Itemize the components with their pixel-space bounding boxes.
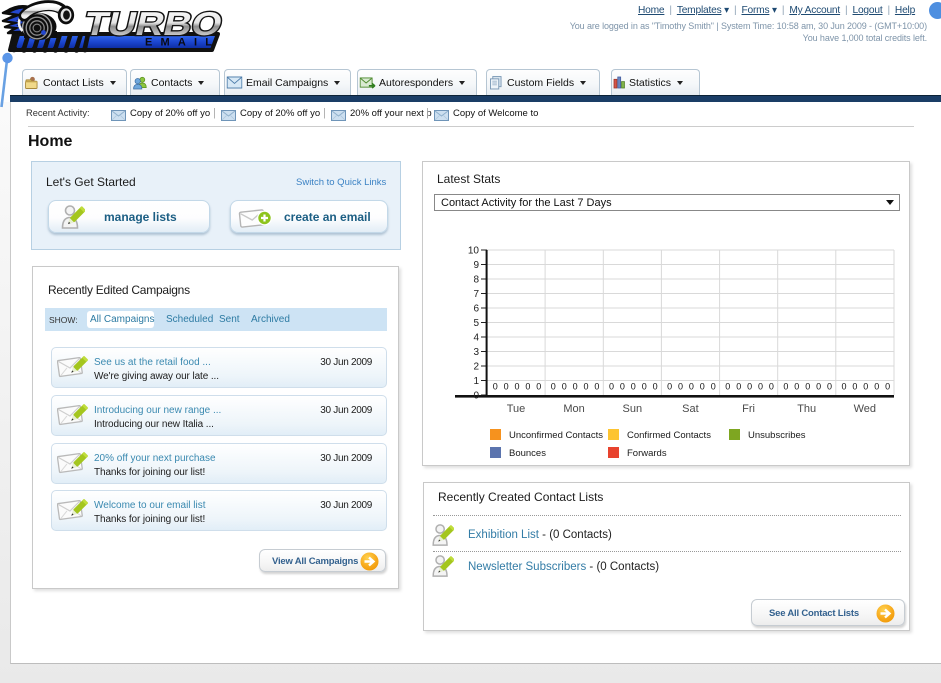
svg-text:3: 3 xyxy=(473,347,479,358)
svg-text:0: 0 xyxy=(874,382,879,392)
svg-text:0: 0 xyxy=(700,382,705,392)
svg-text:0: 0 xyxy=(583,382,588,392)
svg-text:0: 0 xyxy=(609,382,614,392)
svg-text:Sat: Sat xyxy=(682,403,699,415)
svg-text:TURBO: TURBO xyxy=(81,6,226,43)
svg-text:Tue: Tue xyxy=(507,403,526,415)
svg-text:0: 0 xyxy=(493,382,498,392)
svg-text:0: 0 xyxy=(689,382,694,392)
svg-text:0: 0 xyxy=(747,382,752,392)
svg-text:0: 0 xyxy=(841,382,846,392)
svg-text:0: 0 xyxy=(504,382,509,392)
svg-text:0: 0 xyxy=(805,382,810,392)
svg-text:0: 0 xyxy=(562,382,567,392)
svg-text:Thu: Thu xyxy=(797,403,816,415)
svg-text:6: 6 xyxy=(473,304,479,315)
svg-text:0: 0 xyxy=(794,382,799,392)
svg-text:10: 10 xyxy=(468,246,480,257)
svg-text:Fri: Fri xyxy=(742,403,755,415)
svg-text:5: 5 xyxy=(473,318,479,329)
svg-text:4: 4 xyxy=(473,333,479,344)
svg-text:0: 0 xyxy=(594,382,599,392)
svg-text:0: 0 xyxy=(653,382,658,392)
svg-text:0: 0 xyxy=(852,382,857,392)
svg-text:0: 0 xyxy=(769,382,774,392)
svg-text:0: 0 xyxy=(525,382,530,392)
svg-text:0: 0 xyxy=(711,382,716,392)
svg-text:0: 0 xyxy=(551,382,556,392)
svg-text:0: 0 xyxy=(885,382,890,392)
svg-text:Mon: Mon xyxy=(563,403,584,415)
svg-text:7: 7 xyxy=(473,289,479,300)
svg-text:Sun: Sun xyxy=(623,403,643,415)
svg-text:9: 9 xyxy=(473,260,479,271)
svg-text:0: 0 xyxy=(631,382,636,392)
svg-text:0: 0 xyxy=(758,382,763,392)
svg-text:0: 0 xyxy=(536,382,541,392)
svg-text:0: 0 xyxy=(783,382,788,392)
svg-text:0: 0 xyxy=(573,382,578,392)
svg-text:0: 0 xyxy=(667,382,672,392)
svg-text:2: 2 xyxy=(473,362,479,373)
svg-text:0: 0 xyxy=(473,391,479,402)
svg-text:0: 0 xyxy=(620,382,625,392)
svg-text:Wed: Wed xyxy=(854,403,876,415)
svg-text:0: 0 xyxy=(642,382,647,392)
svg-text:0: 0 xyxy=(827,382,832,392)
svg-text:0: 0 xyxy=(725,382,730,392)
svg-text:0: 0 xyxy=(678,382,683,392)
svg-text:8: 8 xyxy=(473,275,479,286)
svg-text:0: 0 xyxy=(863,382,868,392)
svg-text:0: 0 xyxy=(736,382,741,392)
svg-text:1: 1 xyxy=(473,376,479,387)
svg-text:0: 0 xyxy=(816,382,821,392)
svg-text:0: 0 xyxy=(514,382,519,392)
